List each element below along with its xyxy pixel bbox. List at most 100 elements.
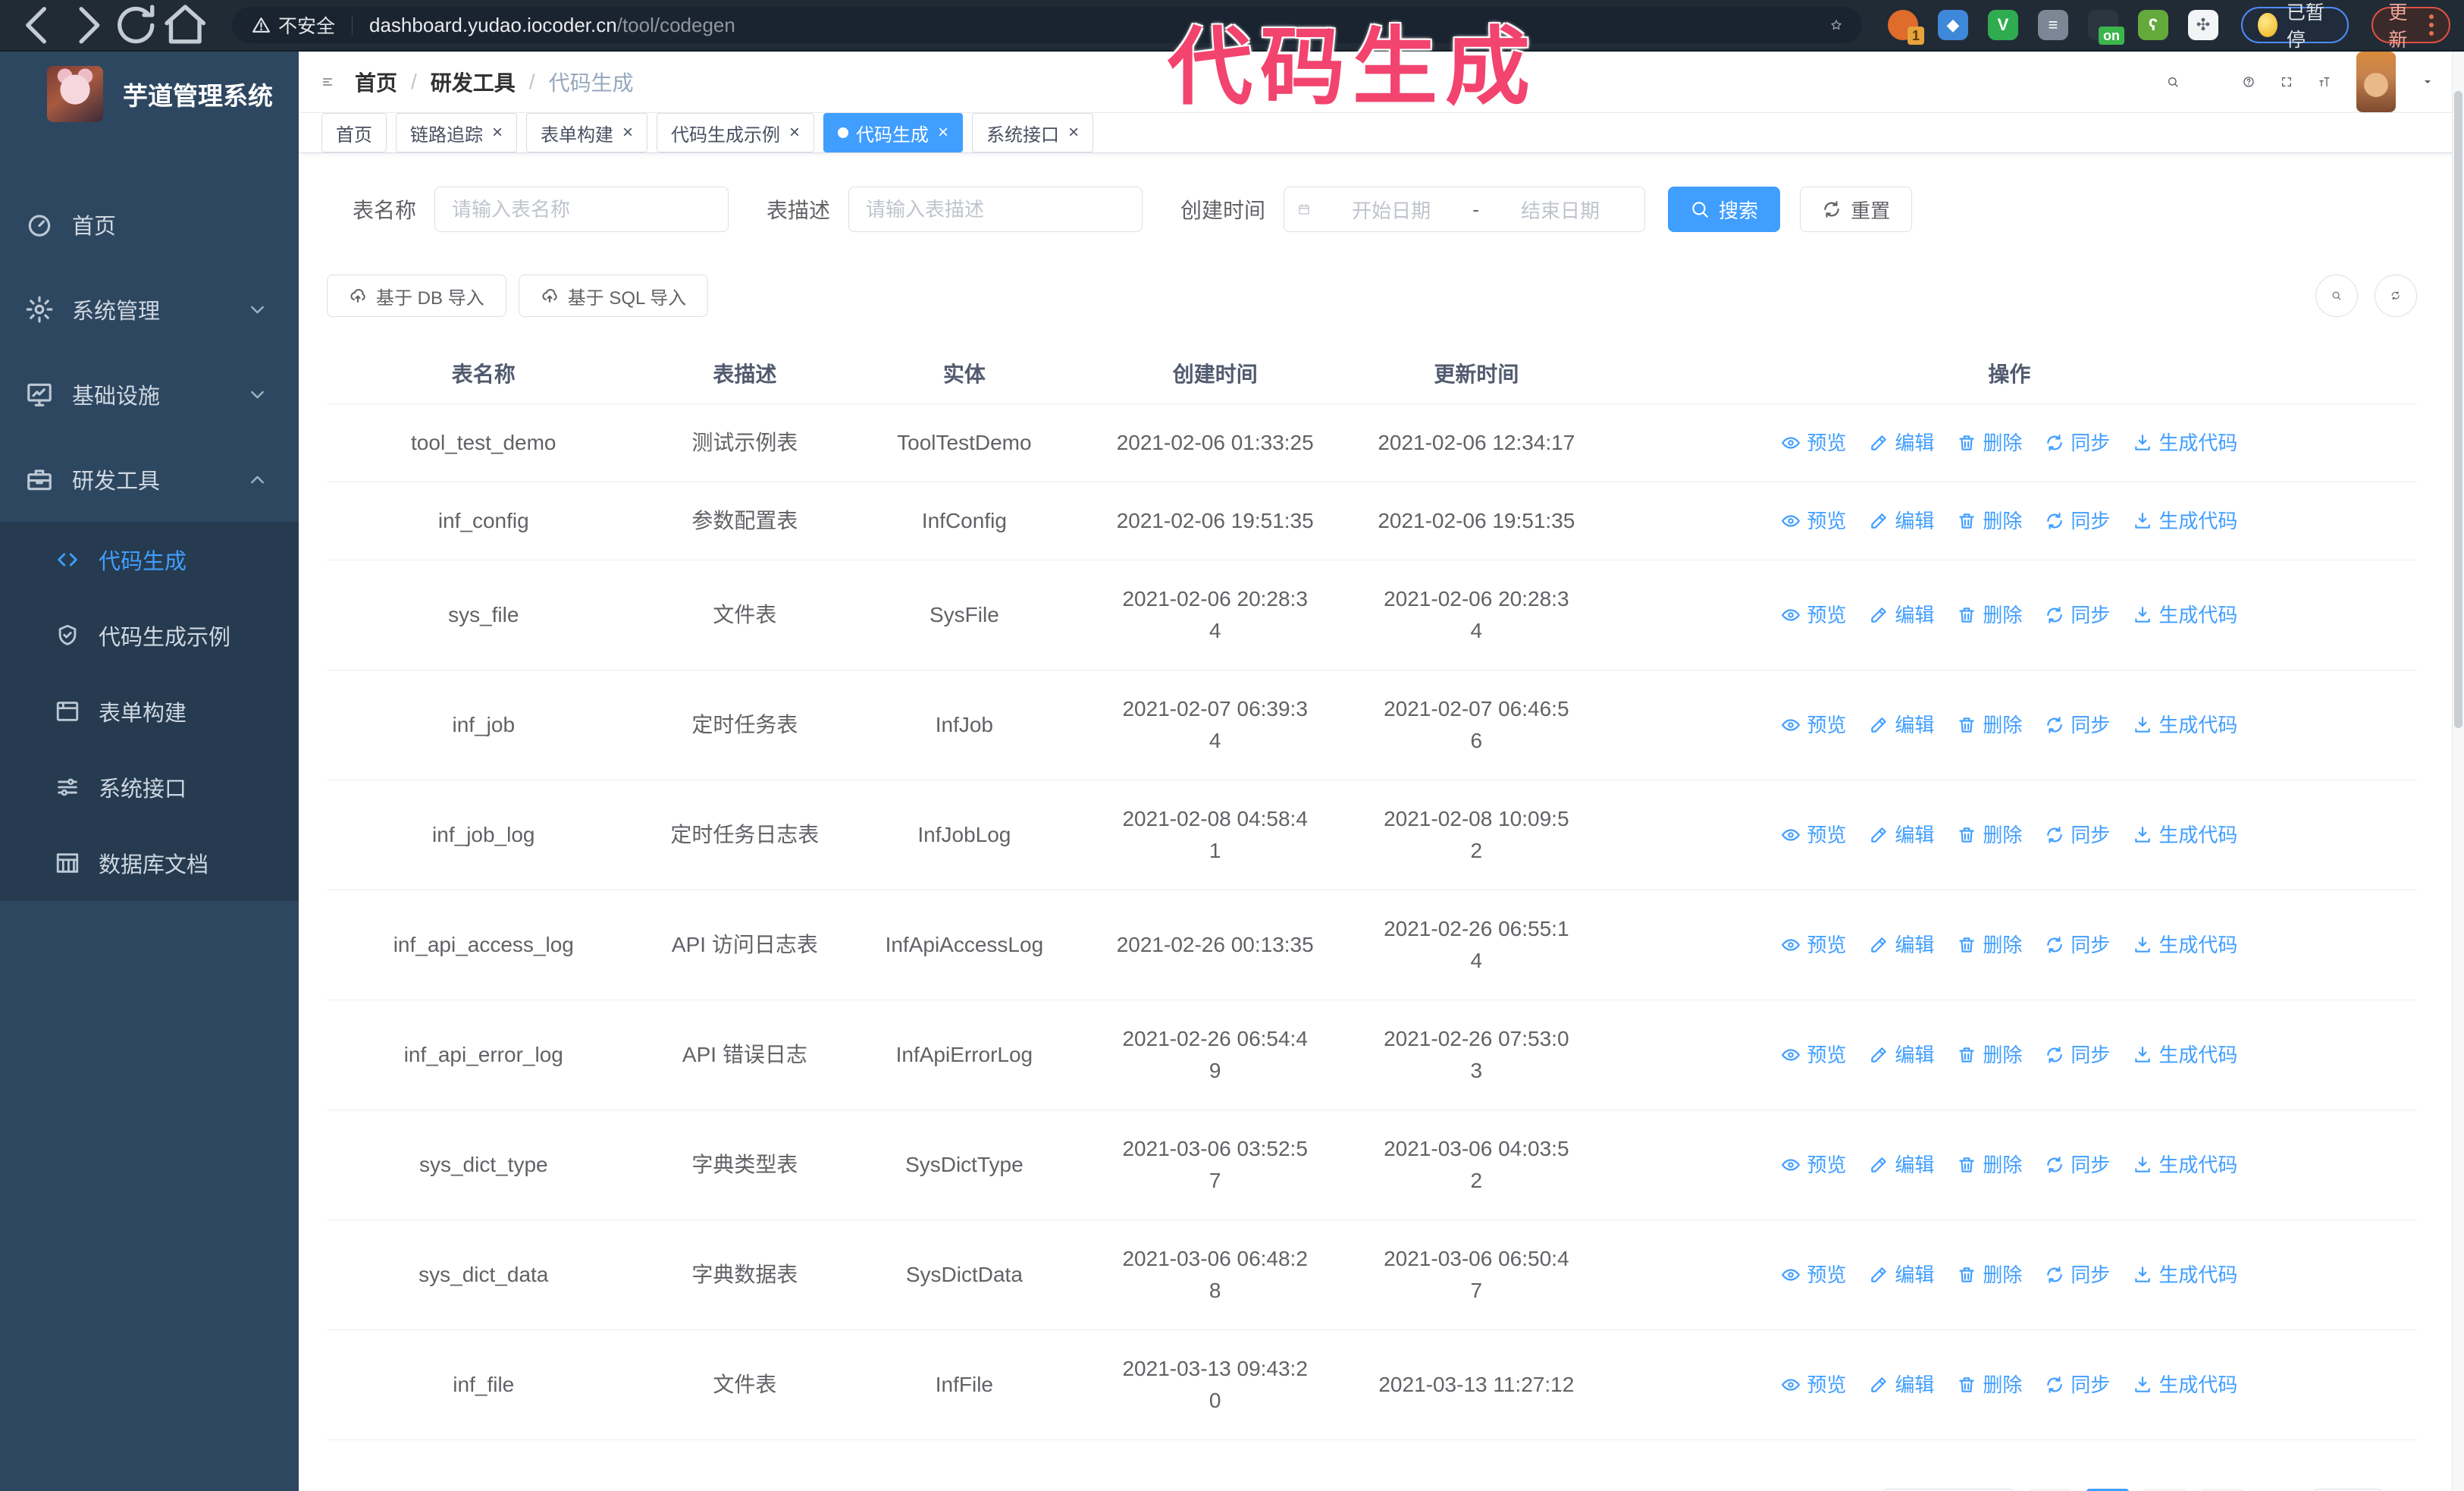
- tab-0[interactable]: 首页: [321, 113, 387, 152]
- generate-code-link[interactable]: 生成代码: [2133, 427, 2237, 459]
- eye-action-link[interactable]: 预览: [1781, 709, 1846, 741]
- edit-action-link[interactable]: 编辑: [1869, 819, 1934, 851]
- header-search-icon[interactable]: [2167, 76, 2179, 88]
- close-icon[interactable]: ×: [492, 124, 503, 142]
- github-icon[interactable]: [2205, 76, 2217, 88]
- sidebar-item-0[interactable]: 首页: [0, 182, 299, 267]
- edit-action-link[interactable]: 编辑: [1869, 427, 1934, 459]
- back-icon[interactable]: [14, 1, 63, 50]
- sidebar-item-1[interactable]: 系统管理: [0, 267, 299, 352]
- generate-code-link[interactable]: 生成代码: [2133, 819, 2237, 851]
- tab-4[interactable]: 代码生成 ×: [823, 113, 964, 152]
- close-icon[interactable]: ×: [938, 124, 948, 142]
- generate-code-link[interactable]: 生成代码: [2133, 1369, 2237, 1401]
- breadcrumb-item[interactable]: 首页: [355, 67, 397, 97]
- help-icon[interactable]: [2243, 76, 2255, 88]
- trash-action-link[interactable]: 删除: [1957, 929, 2022, 961]
- page-scrollbar[interactable]: [2452, 52, 2464, 1491]
- bookmark-star-icon[interactable]: [1830, 19, 1842, 31]
- reset-button[interactable]: 重置: [1800, 187, 1913, 232]
- collapse-menu-icon[interactable]: [321, 76, 334, 88]
- chevron-down-icon[interactable]: [2422, 76, 2434, 88]
- ext-sliders-icon[interactable]: ≡: [2038, 10, 2068, 40]
- trash-action-link[interactable]: 删除: [1957, 1369, 2022, 1401]
- sync-action-link[interactable]: 同步: [2045, 709, 2110, 741]
- scrollbar-thumb[interactable]: [2454, 91, 2462, 728]
- ext-orange-icon[interactable]: 1: [1888, 10, 1924, 45]
- refresh-table-button[interactable]: [2375, 275, 2417, 317]
- sidebar-subitem-1[interactable]: 代码生成示例: [0, 598, 299, 673]
- avatar[interactable]: [2356, 52, 2396, 112]
- db-import-button[interactable]: 基于 DB 导入: [327, 275, 506, 317]
- toggle-search-button[interactable]: [2315, 275, 2358, 317]
- trash-action-link[interactable]: 删除: [1957, 599, 2022, 631]
- eye-action-link[interactable]: 预览: [1781, 1259, 1846, 1291]
- trash-action-link[interactable]: 删除: [1957, 1039, 2022, 1071]
- eye-action-link[interactable]: 预览: [1781, 819, 1846, 851]
- trash-action-link[interactable]: 删除: [1957, 505, 2022, 537]
- eye-action-link[interactable]: 预览: [1781, 1039, 1846, 1071]
- sync-action-link[interactable]: 同步: [2045, 819, 2110, 851]
- generate-code-link[interactable]: 生成代码: [2133, 1259, 2237, 1291]
- sync-action-link[interactable]: 同步: [2045, 1369, 2110, 1401]
- tab-1[interactable]: 链路追踪 ×: [396, 113, 518, 152]
- sync-action-link[interactable]: 同步: [2045, 1149, 2110, 1181]
- home-icon[interactable]: [161, 1, 210, 50]
- sql-import-button[interactable]: 基于 SQL 导入: [518, 275, 709, 317]
- edit-action-link[interactable]: 编辑: [1869, 1039, 1934, 1071]
- generate-code-link[interactable]: 生成代码: [2133, 1149, 2237, 1181]
- sync-action-link[interactable]: 同步: [2045, 929, 2110, 961]
- edit-action-link[interactable]: 编辑: [1869, 1259, 1934, 1291]
- edit-action-link[interactable]: 编辑: [1869, 505, 1934, 537]
- sync-action-link[interactable]: 同步: [2045, 1039, 2110, 1071]
- trash-action-link[interactable]: 删除: [1957, 1259, 2022, 1291]
- breadcrumb-item[interactable]: 研发工具: [431, 67, 516, 97]
- search-button[interactable]: 搜索: [1668, 187, 1781, 232]
- fullscreen-icon[interactable]: [2281, 76, 2293, 88]
- eye-action-link[interactable]: 预览: [1781, 427, 1846, 459]
- sidebar-subitem-2[interactable]: 表单构建: [0, 673, 299, 749]
- sync-action-link[interactable]: 同步: [2045, 599, 2110, 631]
- generate-code-link[interactable]: 生成代码: [2133, 599, 2237, 631]
- ext-gem-icon[interactable]: ◆: [1938, 10, 1968, 40]
- tab-5[interactable]: 系统接口 ×: [972, 113, 1094, 152]
- logo-row[interactable]: 芋道管理系统: [0, 52, 299, 137]
- sidebar-subitem-4[interactable]: 数据库文档: [0, 825, 299, 901]
- eye-action-link[interactable]: 预览: [1781, 1369, 1846, 1401]
- edit-action-link[interactable]: 编辑: [1869, 599, 1934, 631]
- forward-icon[interactable]: [63, 1, 112, 50]
- trash-action-link[interactable]: 删除: [1957, 427, 2022, 459]
- paused-extension-pill[interactable]: 已暂停: [2241, 2, 2350, 51]
- security-warning[interactable]: 不安全: [252, 11, 335, 39]
- close-icon[interactable]: ×: [1068, 124, 1079, 142]
- font-size-icon[interactable]: [2318, 76, 2331, 88]
- eye-action-link[interactable]: 预览: [1781, 505, 1846, 537]
- ext-green-check-icon[interactable]: V: [1988, 10, 2018, 40]
- address-bar[interactable]: 不安全 dashboard.yudao.iocoder.cn /tool/cod…: [232, 7, 1862, 43]
- trash-action-link[interactable]: 删除: [1957, 709, 2022, 741]
- ext-animal-icon[interactable]: ʕ: [2138, 10, 2168, 40]
- table-name-input[interactable]: [434, 187, 729, 232]
- tab-3[interactable]: 代码生成示例 ×: [657, 113, 815, 152]
- eye-action-link[interactable]: 预览: [1781, 929, 1846, 961]
- sidebar-item-2[interactable]: 基础设施: [0, 352, 299, 437]
- sidebar-subitem-3[interactable]: 系统接口: [0, 749, 299, 825]
- generate-code-link[interactable]: 生成代码: [2133, 505, 2237, 537]
- ext-puzzle-icon[interactable]: ✣: [2188, 10, 2218, 40]
- close-icon[interactable]: ×: [789, 124, 800, 142]
- close-icon[interactable]: ×: [622, 124, 633, 142]
- date-range-picker[interactable]: 开始日期 - 结束日期: [1284, 187, 1646, 232]
- browser-menu-icon[interactable]: [2428, 14, 2434, 36]
- sync-action-link[interactable]: 同步: [2045, 427, 2110, 459]
- trash-action-link[interactable]: 删除: [1957, 1149, 2022, 1181]
- eye-action-link[interactable]: 预览: [1781, 1149, 1846, 1181]
- ext-dark-on-icon[interactable]: on: [2088, 10, 2124, 45]
- edit-action-link[interactable]: 编辑: [1869, 929, 1934, 961]
- table-desc-input[interactable]: [848, 187, 1143, 232]
- browser-update-button[interactable]: 更新: [2372, 2, 2450, 51]
- trash-action-link[interactable]: 删除: [1957, 819, 2022, 851]
- sync-action-link[interactable]: 同步: [2045, 1259, 2110, 1291]
- edit-action-link[interactable]: 编辑: [1869, 709, 1934, 741]
- sidebar-item-3[interactable]: 研发工具: [0, 437, 299, 522]
- tab-2[interactable]: 表单构建 ×: [526, 113, 648, 152]
